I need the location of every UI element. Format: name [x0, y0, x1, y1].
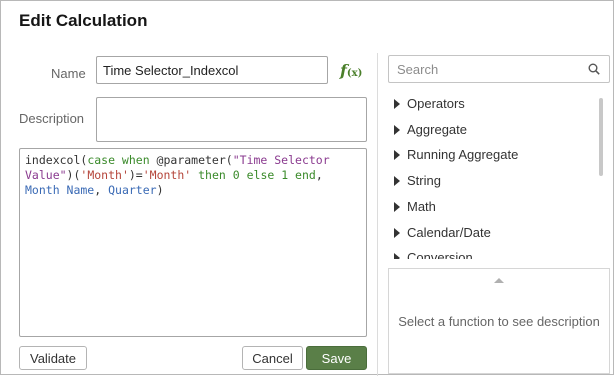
function-category-label: Operators [407, 96, 465, 111]
function-description-text: Select a function to see description [398, 314, 600, 329]
search-input[interactable] [389, 56, 579, 82]
cancel-button[interactable]: Cancel [242, 346, 303, 370]
expression-token-column: Quarter [108, 183, 157, 197]
search-icon[interactable] [588, 63, 600, 75]
expression-token-keyword: case when [87, 153, 150, 167]
dialog-title: Edit Calculation [19, 11, 148, 30]
fx-icon[interactable]: f(x) [340, 61, 366, 81]
expand-arrow-icon [394, 176, 400, 187]
function-search[interactable] [388, 55, 610, 83]
panel-divider [377, 53, 378, 376]
function-category-item[interactable]: String [388, 171, 588, 191]
expression-token-keyword: then 0 else 1 end [191, 168, 316, 182]
expand-arrow-icon [394, 227, 400, 238]
save-button[interactable]: Save [306, 346, 367, 370]
expression-token-plain: indexcol( [25, 153, 88, 167]
expand-arrow-icon [394, 253, 400, 259]
expression-token-plain: ) [156, 183, 164, 197]
expression-token-plain: @parameter( [149, 153, 233, 167]
validate-button[interactable]: Validate [19, 346, 87, 370]
function-category-label: String [407, 173, 441, 189]
expression-token-literal: 'Month' [142, 168, 192, 182]
expand-arrow-icon [394, 150, 400, 161]
function-category-list: Operators Aggregate Running Aggregate Strin… [388, 89, 610, 259]
function-category-item[interactable]: Calendar/Date [388, 223, 588, 243]
expression-token-plain: , [94, 183, 109, 197]
expression-token-plain: )= [128, 168, 143, 182]
expression-token-plain: )( [66, 168, 81, 182]
function-category-item[interactable]: Aggregate [388, 120, 588, 140]
edit-calculation-dialog: Edit Calculation Name f(x) Description i… [0, 0, 614, 376]
function-category-label: Conversion [407, 250, 473, 259]
collapse-arrow-icon[interactable] [494, 278, 504, 283]
function-category-label: Aggregate [407, 121, 467, 137]
function-category-item[interactable]: Running Aggregate [388, 145, 588, 165]
name-label: Name [51, 66, 86, 81]
expression-token-literal: 'Month' [80, 168, 129, 182]
function-description-panel: Select a function to see description [388, 268, 610, 374]
description-field[interactable] [96, 97, 367, 142]
function-list-scrollbar[interactable] [599, 98, 603, 176]
expand-arrow-icon [394, 201, 400, 212]
function-category-label: Math [407, 198, 436, 214]
name-input[interactable] [96, 56, 328, 84]
function-category-item[interactable]: Math [388, 197, 588, 217]
function-category-item[interactable]: Operators [388, 94, 588, 114]
expression-token-plain: , [315, 168, 330, 182]
function-category-label: Calendar/Date [407, 224, 491, 240]
expression-token-column: Month Name [25, 183, 95, 197]
description-label: Description [19, 111, 85, 126]
expression-editor[interactable]: indexcol(case when @parameter("Time Sele… [19, 148, 367, 337]
function-category-item[interactable]: Conversion [388, 248, 588, 259]
function-category-label: Running Aggregate [407, 147, 519, 163]
expand-arrow-icon [394, 99, 400, 109]
expand-arrow-icon [394, 124, 400, 135]
